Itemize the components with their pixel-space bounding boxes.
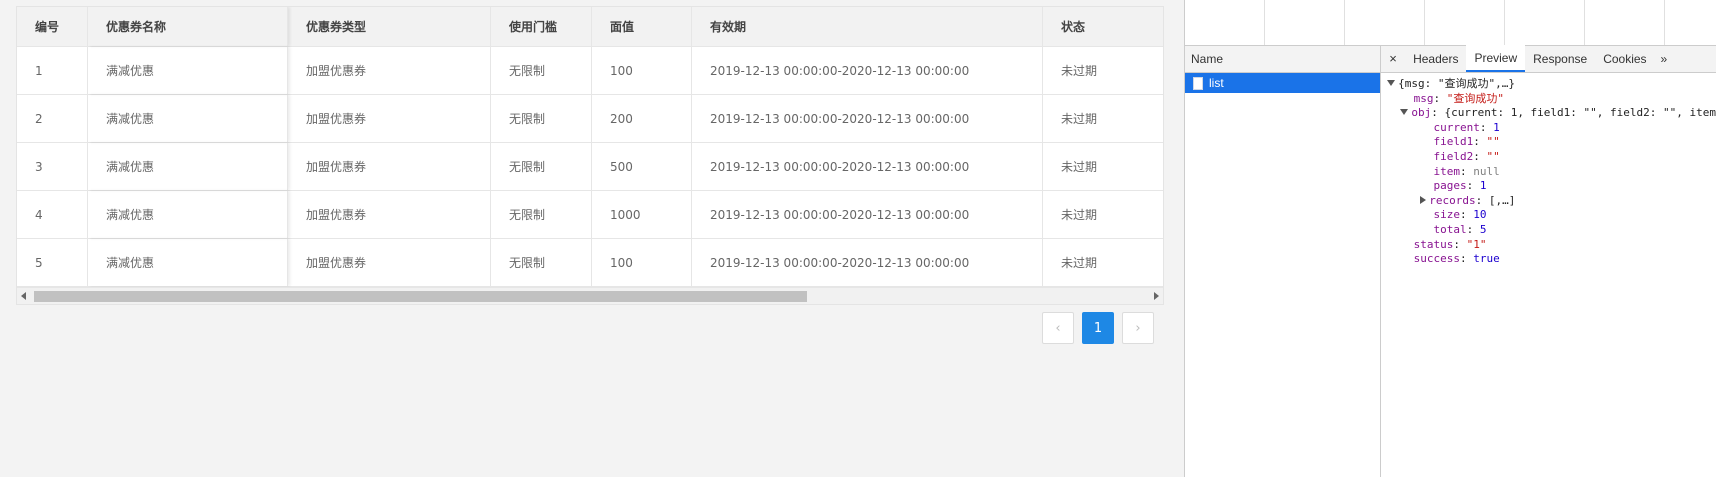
- json-preview: {msg: "查询成功",…} msg: "查询成功" obj: {curren…: [1381, 73, 1716, 267]
- table-header-row: 编号 优惠券名称 优惠券类型 使用门槛 面值 有效期 状态: [17, 7, 1163, 47]
- cell-threshold: 无限制: [491, 239, 592, 286]
- col-header-coupon-name[interactable]: 优惠券名称: [88, 7, 288, 46]
- cell-coupon-name: 满减优惠: [88, 95, 288, 142]
- request-row-list[interactable]: list: [1185, 73, 1381, 93]
- prev-page-button[interactable]: ‹: [1042, 312, 1074, 344]
- cell-coupon-name: 满减优惠: [88, 191, 288, 238]
- col-header-validity[interactable]: 有效期: [692, 7, 1043, 46]
- cell-coupon-type: 加盟优惠券: [288, 143, 491, 190]
- json-root-line[interactable]: {msg: "查询成功",…}: [1387, 77, 1716, 92]
- json-line: item: null: [1433, 164, 1500, 178]
- horizontal-scrollbar[interactable]: [17, 287, 1163, 304]
- json-line: size: 10: [1433, 208, 1487, 222]
- screen: 编号 优惠券名称 优惠券类型 使用门槛 面值 有效期 状态 1 满减优惠 加盟优…: [0, 0, 1716, 477]
- more-tabs-icon[interactable]: »: [1655, 45, 1674, 72]
- cell-id: 2: [17, 95, 88, 142]
- col-header-face-value[interactable]: 面值: [592, 7, 692, 46]
- name-column-header[interactable]: Name: [1185, 46, 1381, 73]
- json-obj-line[interactable]: obj: {current: 1, field1: "", field2: ""…: [1387, 106, 1716, 121]
- cell-face-value: 1000: [592, 191, 692, 238]
- json-line: status: "1": [1413, 237, 1487, 251]
- json-line: field2: "": [1433, 149, 1500, 163]
- collapsed-triangle-icon[interactable]: [1420, 195, 1427, 204]
- json-line: msg: "查询成功": [1413, 91, 1504, 105]
- cell-threshold: 无限制: [491, 47, 592, 94]
- request-list: Name list: [1185, 46, 1382, 477]
- pagination: ‹ 1 ›: [1042, 312, 1154, 344]
- table-row[interactable]: 5 满减优惠 加盟优惠券 无限制 100 2019-12-13 00:00:00…: [17, 239, 1163, 287]
- json-line: success: true: [1413, 252, 1500, 266]
- table-row[interactable]: 1 满减优惠 加盟优惠券 无限制 100 2019-12-13 00:00:00…: [17, 47, 1163, 95]
- cell-threshold: 无限制: [491, 191, 592, 238]
- scroll-right-arrow-icon[interactable]: [1154, 292, 1159, 300]
- col-header-status[interactable]: 状态: [1043, 7, 1163, 46]
- scroll-left-arrow-icon[interactable]: [21, 292, 26, 300]
- cell-face-value: 100: [592, 47, 692, 94]
- network-panes: Name list × Headers Preview Response Coo…: [1185, 45, 1716, 477]
- request-detail: × Headers Preview Response Cookies » {ms…: [1381, 45, 1716, 477]
- cell-id: 4: [17, 191, 88, 238]
- document-icon: [1193, 76, 1203, 90]
- cell-status: 未过期: [1061, 256, 1098, 270]
- table-row[interactable]: 4 满减优惠 加盟优惠券 无限制 1000 2019-12-13 00:00:0…: [17, 191, 1163, 239]
- table-row[interactable]: 3 满减优惠 加盟优惠券 无限制 500 2019-12-13 00:00:00…: [17, 143, 1163, 191]
- detail-tabs: × Headers Preview Response Cookies »: [1381, 45, 1716, 73]
- coupon-table: 编号 优惠券名称 优惠券类型 使用门槛 面值 有效期 状态 1 满减优惠 加盟优…: [16, 6, 1164, 305]
- close-icon[interactable]: ×: [1381, 45, 1405, 72]
- cell-threshold: 无限制: [491, 143, 592, 190]
- tab-response[interactable]: Response: [1525, 45, 1595, 72]
- cell-id: 5: [17, 239, 88, 286]
- json-line: total: 5: [1433, 222, 1487, 236]
- cell-id: 1: [17, 47, 88, 94]
- col-header-coupon-type[interactable]: 优惠券类型: [288, 7, 491, 46]
- table-row[interactable]: 2 满减优惠 加盟优惠券 无限制 200 2019-12-13 00:00:00…: [17, 95, 1163, 143]
- next-page-button[interactable]: ›: [1122, 312, 1154, 344]
- cell-face-value: 500: [592, 143, 692, 190]
- json-line: field1: "": [1433, 135, 1500, 149]
- json-records-line[interactable]: records: [,…]: [1387, 194, 1716, 209]
- devtools-network-panel: Name list × Headers Preview Response Coo…: [1184, 0, 1716, 477]
- network-timeline: [1185, 0, 1716, 46]
- cell-status: 未过期: [1061, 160, 1098, 174]
- cell-coupon-type: 加盟优惠券: [288, 47, 491, 94]
- cell-coupon-name: 满减优惠: [88, 143, 288, 190]
- expanded-triangle-icon[interactable]: [1387, 80, 1396, 86]
- cell-id: 3: [17, 143, 88, 190]
- col-header-id[interactable]: 编号: [17, 7, 88, 46]
- cell-validity: 2019-12-13 00:00:00-2020-12-13 00:00:00: [692, 47, 1043, 94]
- page-1-button[interactable]: 1: [1082, 312, 1114, 344]
- cell-validity: 2019-12-13 00:00:00-2020-12-13 00:00:00: [692, 191, 1043, 238]
- cell-status: 未过期: [1061, 112, 1098, 126]
- cell-coupon-name: 满减优惠: [88, 47, 288, 94]
- scrollbar-thumb[interactable]: [34, 291, 807, 302]
- json-line: current: 1: [1433, 120, 1500, 134]
- cell-face-value: 200: [592, 95, 692, 142]
- cell-coupon-type: 加盟优惠券: [288, 95, 491, 142]
- cell-validity: 2019-12-13 00:00:00-2020-12-13 00:00:00: [692, 143, 1043, 190]
- cell-coupon-type: 加盟优惠券: [288, 239, 491, 286]
- cell-coupon-name: 满减优惠: [88, 239, 288, 286]
- cell-status: 未过期: [1061, 64, 1098, 78]
- col-header-threshold[interactable]: 使用门槛: [491, 7, 592, 46]
- tab-headers[interactable]: Headers: [1405, 45, 1466, 72]
- tab-preview[interactable]: Preview: [1466, 45, 1526, 72]
- tab-cookies[interactable]: Cookies: [1595, 45, 1654, 72]
- request-name: list: [1209, 76, 1224, 90]
- cell-status: 未过期: [1061, 208, 1098, 222]
- json-line: pages: 1: [1433, 179, 1487, 193]
- cell-coupon-type: 加盟优惠券: [288, 191, 491, 238]
- expanded-triangle-icon[interactable]: [1400, 109, 1409, 116]
- cell-threshold: 无限制: [491, 95, 592, 142]
- cell-validity: 2019-12-13 00:00:00-2020-12-13 00:00:00: [692, 95, 1043, 142]
- cell-validity: 2019-12-13 00:00:00-2020-12-13 00:00:00: [692, 239, 1043, 286]
- cell-face-value: 100: [592, 239, 692, 286]
- web-page: 编号 优惠券名称 优惠券类型 使用门槛 面值 有效期 状态 1 满减优惠 加盟优…: [0, 0, 1184, 477]
